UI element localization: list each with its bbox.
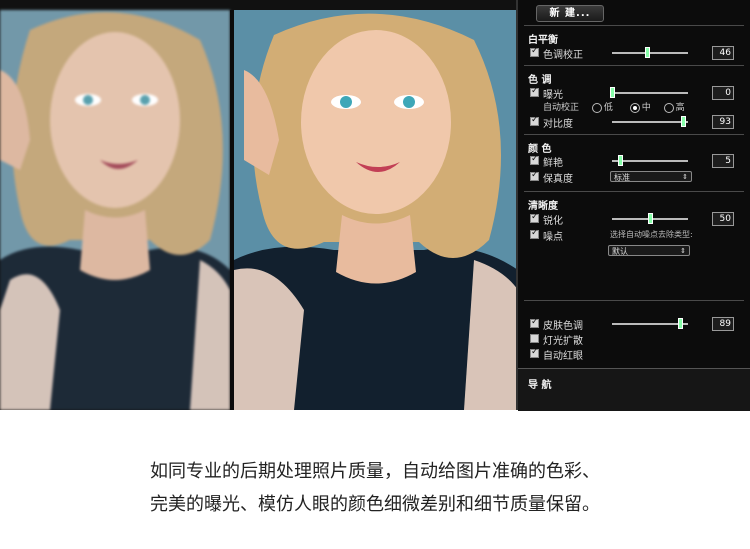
radio-medium[interactable] <box>629 102 640 113</box>
after-photo <box>234 10 518 410</box>
fidelity-label: 保真度 <box>543 174 573 185</box>
slider-knob[interactable] <box>680 116 686 127</box>
vibrance-value[interactable]: 5 <box>712 154 734 168</box>
color-correction-value[interactable]: 46 <box>712 46 734 60</box>
photo-comparison <box>0 0 520 410</box>
fidelity-row: 保真度 标准 ⇕ <box>530 170 742 185</box>
chevron-updown-icon: ⇕ <box>682 173 688 181</box>
color-correction-checkbox[interactable] <box>530 46 539 57</box>
auto-correct-label: 自动校正 <box>543 103 580 113</box>
exposure-slider[interactable] <box>610 87 688 98</box>
light-diffuse-label: 灯光扩散 <box>543 336 583 347</box>
vibrance-slider[interactable] <box>612 155 688 166</box>
sharpen-slider[interactable] <box>612 213 688 224</box>
slider-knob[interactable] <box>610 87 615 98</box>
radio-high-label: 高 <box>675 103 685 113</box>
contrast-checkbox[interactable] <box>530 115 539 126</box>
noise-hint: 选择自动噪点去除类型: <box>610 230 693 239</box>
slider-knob[interactable] <box>677 318 683 329</box>
slider-knob[interactable] <box>644 47 650 58</box>
red-eye-checkbox[interactable] <box>530 347 539 358</box>
light-diffuse-row: 灯光扩散 <box>530 332 742 347</box>
contrast-row: 对比度 93 <box>530 115 742 130</box>
skin-tone-row: 皮肤色调 89 <box>530 317 742 332</box>
new-button[interactable]: 新 建... <box>536 5 604 22</box>
sharpen-checkbox[interactable] <box>530 212 539 223</box>
exposure-label: 曝光 <box>543 90 563 101</box>
before-photo <box>0 10 230 410</box>
noise-select-value: 默认 <box>612 247 628 256</box>
section-white-balance-title: 白平衡 <box>528 35 558 46</box>
fidelity-select-value: 标准 <box>614 173 630 182</box>
chevron-updown-icon: ⇕ <box>680 247 686 255</box>
separator <box>524 191 744 192</box>
slider-knob[interactable] <box>648 213 653 224</box>
noise-select[interactable]: 默认 ⇕ <box>608 245 690 256</box>
adjustment-panel: 新 建... 白平衡 色调校正 46 色 调 曝光 0 自动校正 低 中 高 对… <box>516 0 750 411</box>
red-eye-label: 自动红眼 <box>543 351 583 362</box>
sharpen-label: 锐化 <box>543 216 563 227</box>
auto-correct-row: 自动校正 低 中 高 <box>543 100 685 114</box>
section-tone-title: 色 调 <box>528 75 552 86</box>
section-clarity-title: 清晰度 <box>528 201 558 212</box>
separator <box>524 65 744 66</box>
color-correction-row: 色调校正 46 <box>530 46 742 61</box>
noise-row: 噪点 选择自动噪点去除类型: <box>530 228 742 243</box>
noise-checkbox[interactable] <box>530 228 539 239</box>
caption-line-1: 如同专业的后期处理照片质量，自动给图片准确的色彩、 <box>150 461 600 482</box>
slider-knob[interactable] <box>617 155 623 166</box>
radio-low[interactable] <box>591 102 602 113</box>
color-correction-label: 色调校正 <box>543 50 583 61</box>
navigator-bar: 导 航 <box>518 368 750 411</box>
skin-tone-checkbox[interactable] <box>530 317 539 328</box>
fidelity-select[interactable]: 标准 ⇕ <box>610 171 692 182</box>
exposure-checkbox[interactable] <box>530 86 539 97</box>
vibrance-checkbox[interactable] <box>530 154 539 165</box>
contrast-label: 对比度 <box>543 119 573 130</box>
section-color-title: 颜 色 <box>528 144 552 155</box>
radio-low-label: 低 <box>603 103 613 113</box>
radio-medium-label: 中 <box>641 103 651 113</box>
exposure-value[interactable]: 0 <box>712 86 734 100</box>
color-correction-slider[interactable] <box>612 47 688 58</box>
sharpen-value[interactable]: 50 <box>712 212 734 226</box>
exposure-row: 曝光 0 <box>530 86 742 101</box>
skin-tone-value[interactable]: 89 <box>712 317 734 331</box>
vibrance-row: 鲜艳 5 <box>530 154 742 169</box>
contrast-value[interactable]: 93 <box>712 115 734 129</box>
radio-high[interactable] <box>663 102 674 113</box>
noise-label: 噪点 <box>543 232 563 243</box>
vibrance-label: 鲜艳 <box>543 158 563 169</box>
skin-tone-label: 皮肤色调 <box>543 321 583 332</box>
separator <box>524 25 744 26</box>
sharpen-row: 锐化 50 <box>530 212 742 227</box>
separator <box>524 300 744 301</box>
light-diffuse-checkbox[interactable] <box>530 334 539 343</box>
contrast-slider[interactable] <box>612 116 688 127</box>
skin-tone-slider[interactable] <box>612 318 688 329</box>
fidelity-checkbox[interactable] <box>530 170 539 181</box>
separator <box>524 134 744 135</box>
navigator-title: 导 航 <box>528 380 552 391</box>
caption-line-2: 完美的曝光、模仿人眼的颜色细微差别和细节质量保留。 <box>150 494 600 515</box>
red-eye-row: 自动红眼 <box>530 347 742 362</box>
